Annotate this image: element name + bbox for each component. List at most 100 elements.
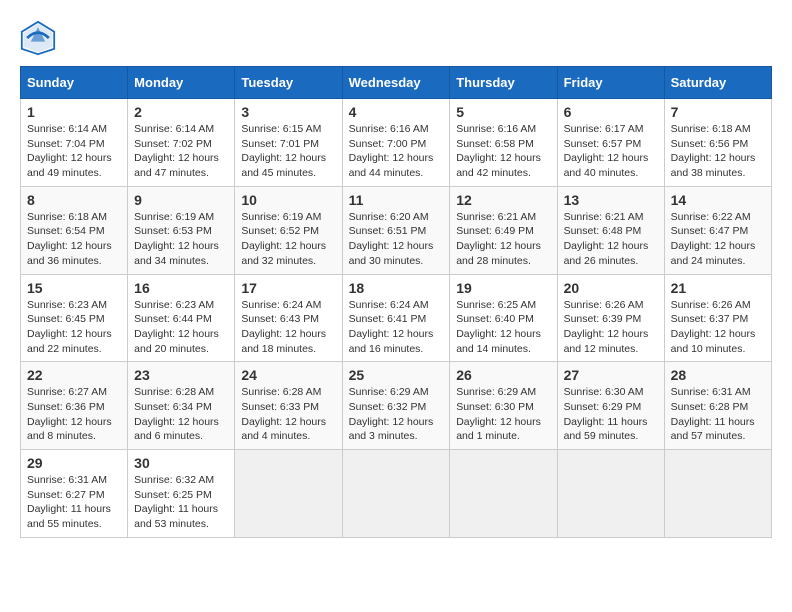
day-info: Sunrise: 6:26 AMSunset: 6:39 PMDaylight:… xyxy=(564,298,658,357)
calendar-cell: 2 Sunrise: 6:14 AMSunset: 7:02 PMDayligh… xyxy=(128,99,235,187)
calendar-cell: 9 Sunrise: 6:19 AMSunset: 6:53 PMDayligh… xyxy=(128,186,235,274)
day-number: 17 xyxy=(241,280,335,296)
day-info: Sunrise: 6:28 AMSunset: 6:33 PMDaylight:… xyxy=(241,385,335,444)
calendar-cell: 20 Sunrise: 6:26 AMSunset: 6:39 PMDaylig… xyxy=(557,274,664,362)
day-info: Sunrise: 6:32 AMSunset: 6:25 PMDaylight:… xyxy=(134,473,228,532)
calendar-cell xyxy=(557,450,664,538)
weekday-header-saturday: Saturday xyxy=(664,67,771,99)
day-number: 13 xyxy=(564,192,658,208)
day-number: 21 xyxy=(671,280,765,296)
day-info: Sunrise: 6:16 AMSunset: 6:58 PMDaylight:… xyxy=(456,122,550,181)
week-row-1: 1 Sunrise: 6:14 AMSunset: 7:04 PMDayligh… xyxy=(21,99,772,187)
day-number: 20 xyxy=(564,280,658,296)
day-info: Sunrise: 6:17 AMSunset: 6:57 PMDaylight:… xyxy=(564,122,658,181)
day-info: Sunrise: 6:15 AMSunset: 7:01 PMDaylight:… xyxy=(241,122,335,181)
day-number: 28 xyxy=(671,367,765,383)
calendar-cell: 27 Sunrise: 6:30 AMSunset: 6:29 PMDaylig… xyxy=(557,362,664,450)
day-info: Sunrise: 6:24 AMSunset: 6:41 PMDaylight:… xyxy=(349,298,444,357)
calendar-cell: 24 Sunrise: 6:28 AMSunset: 6:33 PMDaylig… xyxy=(235,362,342,450)
day-info: Sunrise: 6:21 AMSunset: 6:49 PMDaylight:… xyxy=(456,210,550,269)
day-info: Sunrise: 6:27 AMSunset: 6:36 PMDaylight:… xyxy=(27,385,121,444)
day-number: 5 xyxy=(456,104,550,120)
calendar-cell: 22 Sunrise: 6:27 AMSunset: 6:36 PMDaylig… xyxy=(21,362,128,450)
day-number: 23 xyxy=(134,367,228,383)
day-number: 14 xyxy=(671,192,765,208)
day-info: Sunrise: 6:29 AMSunset: 6:30 PMDaylight:… xyxy=(456,385,550,444)
logo xyxy=(20,20,62,56)
calendar-cell: 4 Sunrise: 6:16 AMSunset: 7:00 PMDayligh… xyxy=(342,99,450,187)
weekday-header-tuesday: Tuesday xyxy=(235,67,342,99)
calendar-cell: 29 Sunrise: 6:31 AMSunset: 6:27 PMDaylig… xyxy=(21,450,128,538)
day-info: Sunrise: 6:20 AMSunset: 6:51 PMDaylight:… xyxy=(349,210,444,269)
calendar-cell: 17 Sunrise: 6:24 AMSunset: 6:43 PMDaylig… xyxy=(235,274,342,362)
calendar-cell: 26 Sunrise: 6:29 AMSunset: 6:30 PMDaylig… xyxy=(450,362,557,450)
day-number: 18 xyxy=(349,280,444,296)
day-info: Sunrise: 6:30 AMSunset: 6:29 PMDaylight:… xyxy=(564,385,658,444)
calendar-cell: 3 Sunrise: 6:15 AMSunset: 7:01 PMDayligh… xyxy=(235,99,342,187)
day-info: Sunrise: 6:14 AMSunset: 7:04 PMDaylight:… xyxy=(27,122,121,181)
day-number: 16 xyxy=(134,280,228,296)
calendar-cell: 5 Sunrise: 6:16 AMSunset: 6:58 PMDayligh… xyxy=(450,99,557,187)
day-number: 15 xyxy=(27,280,121,296)
calendar-cell: 12 Sunrise: 6:21 AMSunset: 6:49 PMDaylig… xyxy=(450,186,557,274)
day-number: 27 xyxy=(564,367,658,383)
day-info: Sunrise: 6:23 AMSunset: 6:45 PMDaylight:… xyxy=(27,298,121,357)
week-row-5: 29 Sunrise: 6:31 AMSunset: 6:27 PMDaylig… xyxy=(21,450,772,538)
day-number: 7 xyxy=(671,104,765,120)
calendar-cell xyxy=(235,450,342,538)
calendar-cell xyxy=(664,450,771,538)
day-info: Sunrise: 6:31 AMSunset: 6:28 PMDaylight:… xyxy=(671,385,765,444)
day-number: 1 xyxy=(27,104,121,120)
day-number: 8 xyxy=(27,192,121,208)
day-number: 11 xyxy=(349,192,444,208)
weekday-header-wednesday: Wednesday xyxy=(342,67,450,99)
calendar-cell: 30 Sunrise: 6:32 AMSunset: 6:25 PMDaylig… xyxy=(128,450,235,538)
calendar-cell: 1 Sunrise: 6:14 AMSunset: 7:04 PMDayligh… xyxy=(21,99,128,187)
calendar-cell: 7 Sunrise: 6:18 AMSunset: 6:56 PMDayligh… xyxy=(664,99,771,187)
day-number: 26 xyxy=(456,367,550,383)
calendar-cell: 11 Sunrise: 6:20 AMSunset: 6:51 PMDaylig… xyxy=(342,186,450,274)
weekday-header-row: SundayMondayTuesdayWednesdayThursdayFrid… xyxy=(21,67,772,99)
calendar-cell: 28 Sunrise: 6:31 AMSunset: 6:28 PMDaylig… xyxy=(664,362,771,450)
calendar-cell: 25 Sunrise: 6:29 AMSunset: 6:32 PMDaylig… xyxy=(342,362,450,450)
calendar-cell: 21 Sunrise: 6:26 AMSunset: 6:37 PMDaylig… xyxy=(664,274,771,362)
calendar-cell: 10 Sunrise: 6:19 AMSunset: 6:52 PMDaylig… xyxy=(235,186,342,274)
weekday-header-sunday: Sunday xyxy=(21,67,128,99)
day-info: Sunrise: 6:24 AMSunset: 6:43 PMDaylight:… xyxy=(241,298,335,357)
day-info: Sunrise: 6:16 AMSunset: 7:00 PMDaylight:… xyxy=(349,122,444,181)
day-number: 29 xyxy=(27,455,121,471)
day-info: Sunrise: 6:22 AMSunset: 6:47 PMDaylight:… xyxy=(671,210,765,269)
header xyxy=(20,20,772,56)
day-info: Sunrise: 6:19 AMSunset: 6:52 PMDaylight:… xyxy=(241,210,335,269)
day-number: 6 xyxy=(564,104,658,120)
calendar-cell: 13 Sunrise: 6:21 AMSunset: 6:48 PMDaylig… xyxy=(557,186,664,274)
calendar-cell: 23 Sunrise: 6:28 AMSunset: 6:34 PMDaylig… xyxy=(128,362,235,450)
day-number: 19 xyxy=(456,280,550,296)
calendar-cell xyxy=(450,450,557,538)
calendar-cell: 6 Sunrise: 6:17 AMSunset: 6:57 PMDayligh… xyxy=(557,99,664,187)
calendar-cell: 15 Sunrise: 6:23 AMSunset: 6:45 PMDaylig… xyxy=(21,274,128,362)
day-info: Sunrise: 6:29 AMSunset: 6:32 PMDaylight:… xyxy=(349,385,444,444)
day-info: Sunrise: 6:31 AMSunset: 6:27 PMDaylight:… xyxy=(27,473,121,532)
weekday-header-monday: Monday xyxy=(128,67,235,99)
week-row-3: 15 Sunrise: 6:23 AMSunset: 6:45 PMDaylig… xyxy=(21,274,772,362)
weekday-header-friday: Friday xyxy=(557,67,664,99)
logo-icon xyxy=(20,20,56,56)
day-number: 22 xyxy=(27,367,121,383)
day-number: 25 xyxy=(349,367,444,383)
day-info: Sunrise: 6:25 AMSunset: 6:40 PMDaylight:… xyxy=(456,298,550,357)
day-info: Sunrise: 6:28 AMSunset: 6:34 PMDaylight:… xyxy=(134,385,228,444)
weekday-header-thursday: Thursday xyxy=(450,67,557,99)
week-row-4: 22 Sunrise: 6:27 AMSunset: 6:36 PMDaylig… xyxy=(21,362,772,450)
calendar-cell xyxy=(342,450,450,538)
day-info: Sunrise: 6:26 AMSunset: 6:37 PMDaylight:… xyxy=(671,298,765,357)
day-number: 4 xyxy=(349,104,444,120)
day-info: Sunrise: 6:19 AMSunset: 6:53 PMDaylight:… xyxy=(134,210,228,269)
day-info: Sunrise: 6:21 AMSunset: 6:48 PMDaylight:… xyxy=(564,210,658,269)
calendar-cell: 18 Sunrise: 6:24 AMSunset: 6:41 PMDaylig… xyxy=(342,274,450,362)
calendar-cell: 8 Sunrise: 6:18 AMSunset: 6:54 PMDayligh… xyxy=(21,186,128,274)
day-info: Sunrise: 6:14 AMSunset: 7:02 PMDaylight:… xyxy=(134,122,228,181)
day-number: 24 xyxy=(241,367,335,383)
day-number: 2 xyxy=(134,104,228,120)
day-info: Sunrise: 6:18 AMSunset: 6:56 PMDaylight:… xyxy=(671,122,765,181)
